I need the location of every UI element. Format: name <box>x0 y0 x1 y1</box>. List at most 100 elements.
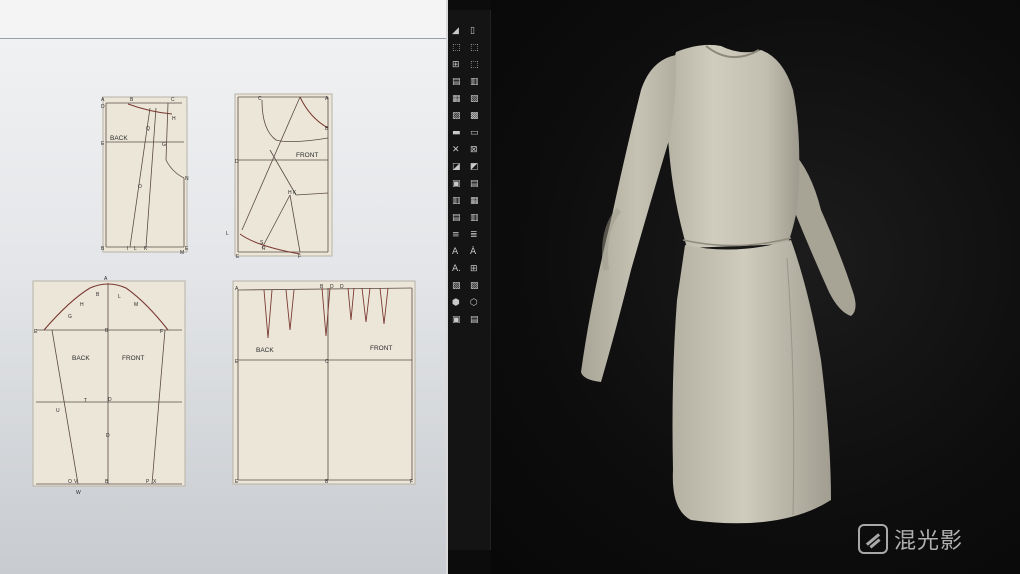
point-label: D <box>106 433 110 439</box>
tool-icon[interactable]: ▦ <box>452 92 461 106</box>
point-label: M <box>134 302 138 308</box>
tool-icon[interactable]: ▬ <box>452 126 461 140</box>
tool-icon[interactable]: ⊞ <box>470 262 478 276</box>
skirt-pattern: BACK FRONT A B D E C E B D F <box>232 280 416 485</box>
tool-icon[interactable]: ◢ <box>452 24 459 38</box>
point-label: C <box>171 97 175 103</box>
point-label: D <box>340 284 344 290</box>
tool-row[interactable]: ◢ ▯ <box>452 24 486 38</box>
point-label: H <box>80 302 84 308</box>
tool-icon[interactable]: ▦ <box>470 194 479 208</box>
tool-row[interactable]: ▦ ▧ <box>452 92 486 106</box>
dress-3d-render <box>581 44 856 524</box>
sleeve-back-label: BACK <box>72 355 90 362</box>
brand-name: 混光影 <box>894 529 964 554</box>
tool-icon[interactable]: ▨ <box>470 279 479 293</box>
tool-row[interactable]: ▤ ▥ <box>452 211 486 225</box>
bodice-back-label: BACK <box>110 135 128 142</box>
sleeve-pattern: BACK FRONT A B H G L M F E T D U O V W P… <box>32 276 186 496</box>
tool-icon[interactable]: ▧ <box>452 279 461 293</box>
brand-logo-icon <box>858 524 888 554</box>
tool-icon[interactable]: ▧ <box>470 92 479 106</box>
bodice <box>667 44 800 248</box>
tool-icon[interactable]: A. <box>452 262 461 276</box>
tool-row[interactable]: A. ⊞ <box>452 262 486 276</box>
tool-icon[interactable]: ▤ <box>470 177 479 191</box>
tool-row[interactable]: ⊞ ⬚ <box>452 58 486 72</box>
point-label: D <box>101 104 105 110</box>
point-label: L <box>134 246 137 252</box>
left-sleeve <box>581 55 677 382</box>
tool-icon[interactable]: ▣ <box>452 313 461 327</box>
tool-row[interactable]: ▥ ▦ <box>452 194 486 208</box>
sleeve-front-label: FRONT <box>122 355 144 362</box>
tool-palette: ◢ ▯ ⬚ ⬚ ⊞ ⬚ ▤ ▥ ▦ ▧ ▨ ▩ ▬ ▭ ✕ ⊠ ◪ ◩ ▣ ▤ ▥ ▦ ▤ ▥ ≡ ≣ A Ȧ A. ⊞ ▧ ▨ ⬢ ⬡ ▣ ▤ <box>448 10 491 550</box>
tool-icon[interactable]: ⊠ <box>470 143 478 157</box>
tool-row[interactable]: ⬚ ⬚ <box>452 41 486 55</box>
tool-icon[interactable]: Ȧ <box>470 245 476 259</box>
point-label: Q <box>146 126 150 132</box>
tool-icon[interactable]: ▥ <box>452 194 461 208</box>
tool-row[interactable]: ▣ ▤ <box>452 177 486 191</box>
bodice-front-label: FRONT <box>296 152 318 159</box>
tool-icon[interactable]: ◪ <box>452 160 461 174</box>
tool-icon[interactable]: ▤ <box>452 211 461 225</box>
tool-icon[interactable]: ▤ <box>470 313 479 327</box>
point-label: F <box>160 329 163 335</box>
tool-icon[interactable]: A <box>452 245 458 259</box>
tool-icon[interactable]: ≣ <box>470 228 478 242</box>
tool-icon[interactable]: ▤ <box>452 75 461 89</box>
tool-icon[interactable]: ▣ <box>452 177 461 191</box>
tool-row[interactable]: ▤ ▥ <box>452 75 486 89</box>
tool-icon[interactable]: ⬡ <box>470 296 478 310</box>
tool-icon[interactable]: ⊞ <box>452 58 460 72</box>
tool-row[interactable]: ▧ ▨ <box>452 279 486 293</box>
tool-icon[interactable]: ⬢ <box>452 296 460 310</box>
point-label: M <box>180 250 184 256</box>
point-label: H <box>172 116 176 122</box>
tool-icon[interactable]: ⬚ <box>470 58 479 72</box>
point-label: D <box>235 159 239 165</box>
skirt <box>672 240 831 524</box>
tool-row[interactable]: AȦ <box>452 245 486 259</box>
point-label: O <box>138 184 142 190</box>
tool-row[interactable]: ▨ ▩ <box>452 109 486 123</box>
brand-watermark: 混光影 <box>858 522 963 556</box>
bodice-back-pattern: BACK A D C B H E G Q O N B I L K E M <box>101 96 189 256</box>
tool-row[interactable]: ◪ ◩ <box>452 160 486 174</box>
tool-icon[interactable]: ≡ <box>452 228 460 242</box>
3d-viewport[interactable] <box>491 0 1020 574</box>
point-label: L <box>118 294 121 300</box>
point-label: G <box>162 142 166 148</box>
point-label: W <box>76 490 81 496</box>
tool-icon[interactable]: ⬚ <box>452 41 461 55</box>
tool-icon[interactable]: ▥ <box>470 211 479 225</box>
tool-icon[interactable]: ⬚ <box>470 41 479 55</box>
point-label: F <box>410 479 413 485</box>
point-label: R <box>262 246 266 252</box>
pattern-drafts: BACK A D C B H E G Q O N B I L K E M FRO… <box>32 93 416 496</box>
tool-icon[interactable]: ▩ <box>470 109 479 123</box>
point-label: L <box>226 231 229 237</box>
tool-icon[interactable]: ▯ <box>470 24 475 38</box>
tool-row[interactable]: ≡ ≣ <box>452 228 486 242</box>
tool-icon[interactable]: ▨ <box>452 109 461 123</box>
pattern-reference-panel: BACK A D C B H E G Q O N B I L K E M FRO… <box>0 0 446 574</box>
skirt-front-label: FRONT <box>370 345 392 352</box>
point-label: I <box>127 246 128 252</box>
point-label: T <box>84 398 87 404</box>
point-label: C <box>325 359 329 365</box>
tool-row[interactable]: ▣ ▤ <box>452 313 486 327</box>
bodice-front-pattern: FRONT C A B D H K L S R E F <box>226 93 333 260</box>
tool-row[interactable]: ✕ ⊠ <box>452 143 486 157</box>
point-label: N <box>185 176 189 182</box>
point-label: G <box>68 314 72 320</box>
point-label: U <box>56 408 60 414</box>
tool-icon[interactable]: ◩ <box>470 160 479 174</box>
point-label: O <box>68 479 72 485</box>
tool-icon[interactable]: ✕ <box>452 143 460 157</box>
tool-icon[interactable]: ▥ <box>470 75 479 89</box>
tool-icon[interactable]: ▭ <box>470 126 479 140</box>
tool-row[interactable]: ▬ ▭ <box>452 126 486 140</box>
tool-row[interactable]: ⬢ ⬡ <box>452 296 486 310</box>
